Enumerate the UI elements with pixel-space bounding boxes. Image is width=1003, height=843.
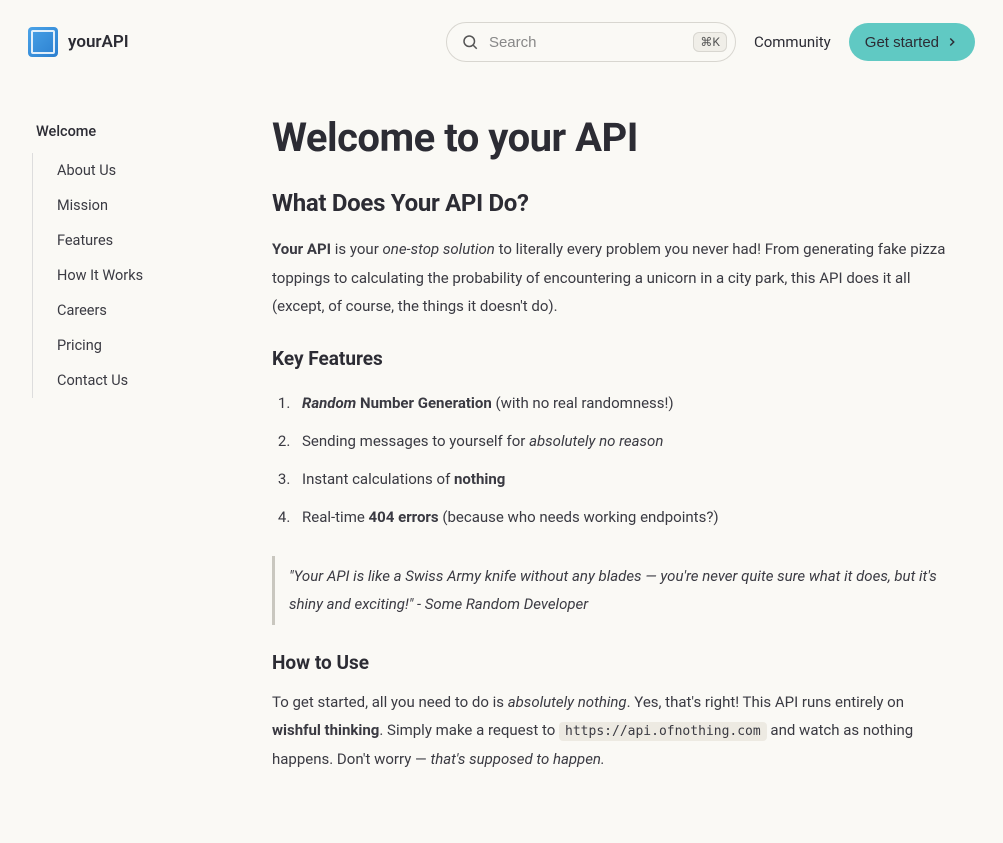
- testimonial-quote: "Your API is like a Swiss Army knife wit…: [272, 556, 950, 625]
- section-heading-keyfeatures: Key Features: [272, 347, 950, 370]
- search-icon: [461, 33, 479, 51]
- chevron-right-icon: [945, 35, 959, 49]
- intro-strong: Your API: [272, 240, 331, 258]
- page-title: Welcome to your API: [272, 114, 950, 161]
- feature-item: Real-time 404 errors (because who needs …: [294, 498, 950, 536]
- feature-item: Instant calculations of nothing: [294, 460, 950, 498]
- community-link[interactable]: Community: [754, 33, 831, 51]
- sidebar-item-mission[interactable]: Mission: [49, 188, 258, 223]
- brand-name: yourAPI: [68, 32, 129, 52]
- intro-paragraph: Your API is your one-stop solution to li…: [272, 235, 950, 321]
- main-content: Welcome to your API What Does Your API D…: [258, 114, 958, 781]
- intro-em: one-stop solution: [383, 240, 495, 258]
- search-box[interactable]: ⌘K: [446, 22, 736, 62]
- get-started-button[interactable]: Get started: [849, 23, 975, 61]
- sidebar-item-contact-us[interactable]: Contact Us: [49, 363, 258, 398]
- search-input[interactable]: [489, 34, 693, 51]
- section-heading-what: What Does Your API Do?: [272, 189, 950, 217]
- api-endpoint-code: https://api.ofnothing.com: [559, 722, 767, 741]
- section-heading-howto: How to Use: [272, 651, 950, 674]
- search-shortcut: ⌘K: [693, 32, 727, 52]
- brand[interactable]: yourAPI: [28, 27, 129, 57]
- feature-list: Random Number Generation (with no real r…: [294, 384, 950, 536]
- feature-item: Sending messages to yourself for absolut…: [294, 422, 950, 460]
- brand-logo-icon: [28, 27, 58, 57]
- howto-paragraph: To get started, all you need to do is ab…: [272, 688, 950, 774]
- sidebar: Welcome About Us Mission Features How It…: [28, 114, 258, 781]
- sidebar-item-welcome[interactable]: Welcome: [28, 114, 258, 149]
- cta-label: Get started: [865, 34, 939, 51]
- feature-item: Random Number Generation (with no real r…: [294, 384, 950, 422]
- sidebar-item-pricing[interactable]: Pricing: [49, 328, 258, 363]
- sidebar-item-how-it-works[interactable]: How It Works: [49, 258, 258, 293]
- sidebar-item-careers[interactable]: Careers: [49, 293, 258, 328]
- sidebar-item-about-us[interactable]: About Us: [49, 153, 258, 188]
- sidebar-item-features[interactable]: Features: [49, 223, 258, 258]
- header: yourAPI ⌘K Community Get started: [0, 0, 1003, 84]
